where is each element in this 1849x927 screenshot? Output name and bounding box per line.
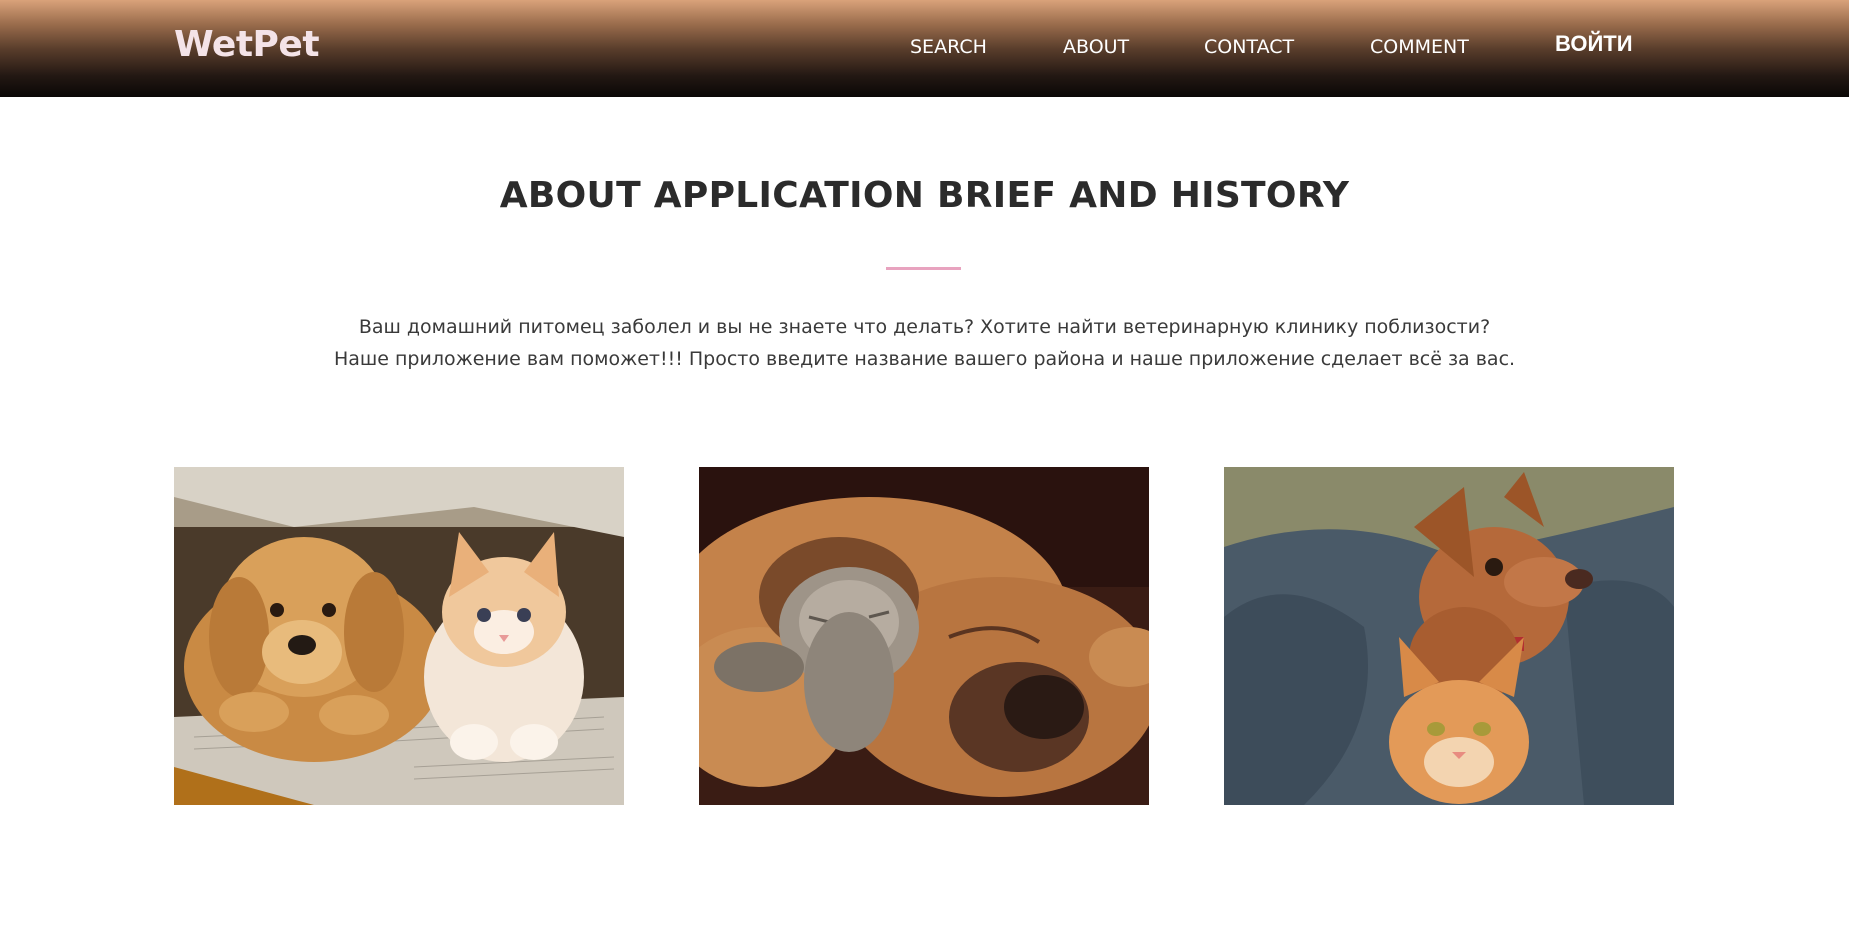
photo-puppy-kitten bbox=[174, 467, 624, 805]
site-header: WetPet SEARCH ABOUT CONTACT COMMENT ВОЙТ… bbox=[0, 0, 1849, 97]
section-description: Ваш домашний питомец заболел и вы не зна… bbox=[333, 316, 1516, 370]
login-button[interactable]: ВОЙТИ bbox=[1555, 31, 1633, 57]
nav-link-search[interactable]: SEARCH bbox=[910, 36, 987, 58]
section-title: ABOUT APPLICATION BRIEF AND HISTORY bbox=[499, 175, 1350, 216]
title-divider bbox=[886, 267, 961, 270]
nav-link-contact[interactable]: CONTACT bbox=[1204, 36, 1294, 58]
nav-link-comment[interactable]: COMMENT bbox=[1370, 36, 1469, 58]
nav-link-about[interactable]: ABOUT bbox=[1063, 36, 1129, 58]
photo-dog-cat-blanket bbox=[1224, 467, 1674, 805]
photo-dog-kitten-sleeping bbox=[699, 467, 1149, 805]
